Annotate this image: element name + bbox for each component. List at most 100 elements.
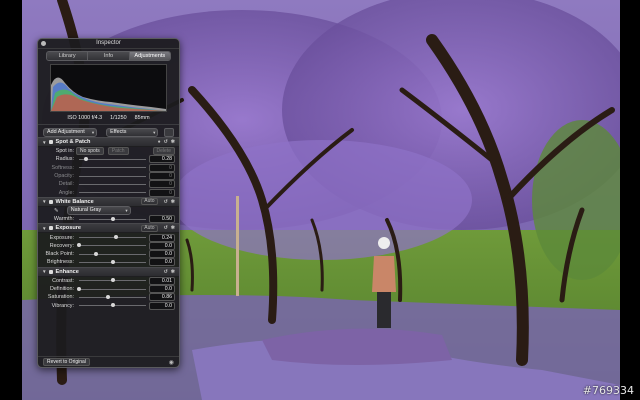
exposure-header[interactable]: ▼ Exposure Auto ↺ ✱ [38,223,179,234]
slider-row-black-point: Black Point: 0.0 [38,250,179,259]
enable-checkbox[interactable] [48,199,53,204]
softness-slider[interactable] [79,167,146,169]
detail-value[interactable]: 0 [149,180,175,189]
brightness-value[interactable]: 0.0 [149,258,175,267]
exif-iso-aperture: ISO 1000 f/4.3 [67,115,103,121]
eye-icon[interactable]: ◉ [169,359,174,366]
definition-label: Definition: [50,286,74,292]
slider-knob[interactable] [110,259,115,264]
warmth-value[interactable]: 0.50 [149,215,175,224]
enable-checkbox[interactable] [48,269,53,274]
angle-label: Angle: [58,189,74,196]
tab-adjustments[interactable]: Adjustments [129,52,170,60]
slider-row-recovery: Recovery: 0.0 [38,241,179,250]
detail-slider[interactable] [79,183,146,185]
brightness-label: Brightness: [47,259,74,266]
radius-value[interactable]: 0.28 [149,155,175,164]
slider-knob[interactable] [83,156,88,161]
enhance-title: Enhance [55,268,79,275]
gear-icon[interactable]: ✱ [171,269,175,275]
reset-icon[interactable]: ↺ [164,199,168,205]
enable-checkbox[interactable] [48,226,53,231]
white-balance-header[interactable]: ▼ White Balance Auto ↺ ✱ [38,196,179,207]
slider-knob[interactable] [77,286,81,291]
eyedropper-icon[interactable]: ✎ [54,208,59,214]
auto-button[interactable]: Auto [141,198,158,206]
contrast-value[interactable]: 0.01 [149,276,175,285]
slider-row-detail: Detail: 0 [38,180,179,189]
patch-toggle[interactable]: Patch [107,147,129,156]
no-spots-button[interactable]: No spots [76,147,104,156]
auto-button[interactable]: Auto [141,224,158,232]
exposure-label: Exposure: [49,234,74,241]
reset-icon[interactable]: ↺ [164,225,168,231]
slider-knob[interactable] [113,235,118,240]
brightness-slider[interactable] [79,259,146,264]
detail-label: Detail: [58,181,74,188]
definition-value[interactable]: 0.0 [149,285,175,293]
histogram [50,64,167,112]
slider-knob[interactable] [110,216,115,221]
disclosure-triangle-icon[interactable]: ▼ [42,199,47,204]
add-adjustment-dropdown[interactable]: Add Adjustment ▾ [43,128,98,137]
black-point-slider[interactable] [79,251,146,256]
radius-slider[interactable] [79,156,146,161]
slider-row-exposure: Exposure: 0.24 [38,233,179,242]
tab-info[interactable]: Info [88,52,130,60]
delete-button[interactable]: Delete [152,147,175,156]
reset-icon[interactable]: ↺ [164,139,168,145]
presets-gear-icon[interactable] [164,128,175,137]
enable-checkbox[interactable] [48,140,53,144]
adjustment-toolbar: Add Adjustment ▾ Effects ▾ [38,128,179,137]
definition-slider[interactable] [77,286,146,291]
slider-knob[interactable] [110,303,115,308]
spot-patch-title: Spot & Patch [55,139,91,145]
white-balance-preset-dropdown[interactable]: Natural Gray ▾ [66,206,131,216]
spot-patch-header[interactable]: ▼ Spot & Patch ● ↺ ✱ [38,137,179,147]
radius-label: Radius: [55,156,74,163]
softness-label: Softness: [51,164,74,171]
vibrancy-value[interactable]: 0.0 [149,301,175,310]
enhance-header[interactable]: ▼ Enhance ↺ ✱ [38,266,179,277]
angle-slider[interactable] [79,192,146,194]
vibrancy-slider[interactable] [79,303,146,308]
inspector-tabs: Library Info Adjustments [46,51,171,61]
opacity-value[interactable]: 0 [149,172,175,181]
close-icon[interactable] [41,41,46,46]
black-point-value[interactable]: 0.0 [149,250,175,259]
effects-dropdown[interactable]: Effects ▾ [106,128,159,137]
slider-row-definition: Definition: 0.0 [38,285,179,293]
saturation-value[interactable]: 0.86 [149,293,175,302]
recovery-value[interactable]: 0.0 [149,241,175,250]
softness-value[interactable]: 0 [149,163,175,172]
reset-icon[interactable]: ↺ [164,269,168,275]
slider-knob[interactable] [77,243,81,248]
effects-label: Effects [110,129,127,135]
exposure-value[interactable]: 0.24 [149,233,175,242]
disclosure-triangle-icon[interactable]: ▼ [42,226,47,231]
warmth-slider[interactable] [79,216,146,221]
disclosure-triangle-icon[interactable]: ▼ [42,140,47,145]
opacity-slider[interactable] [79,175,146,177]
brush-icon[interactable]: ● [158,139,161,145]
gear-icon[interactable]: ✱ [171,139,175,145]
tab-library[interactable]: Library [47,52,89,60]
disclosure-triangle-icon[interactable]: ▼ [42,269,47,274]
slider-knob[interactable] [93,251,98,256]
saturation-slider[interactable] [79,294,146,299]
angle-value[interactable]: 0 [149,188,175,197]
revert-to-original-button[interactable]: Revert to Original [43,358,90,366]
spot-in-label: Spot in: [55,148,74,155]
slider-row-saturation: Saturation: 0.86 [38,293,179,302]
slider-knob[interactable] [105,294,110,299]
gear-icon[interactable]: ✱ [171,225,175,231]
slider-knob[interactable] [110,278,115,283]
exif-focal: 85mm [134,115,150,121]
inspector-titlebar[interactable]: Inspector [38,39,179,49]
gear-icon[interactable]: ✱ [171,199,175,205]
black-point-label: Black Point: [45,251,74,258]
recovery-slider[interactable] [77,243,146,248]
inspector-footer: Revert to Original ◉ [38,356,179,367]
exposure-slider[interactable] [79,235,146,240]
contrast-slider[interactable] [79,278,146,283]
